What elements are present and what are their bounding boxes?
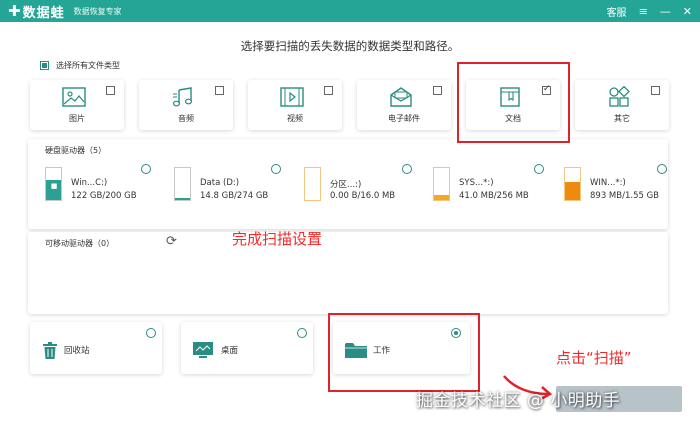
drive-c-name: Win...C:) (71, 178, 108, 188)
type-label-images: 图片 (69, 114, 85, 123)
location-desktop[interactable]: 桌面 (181, 322, 313, 374)
type-card-email[interactable]: 电子邮件 (357, 80, 451, 130)
drive-win-icon (564, 167, 581, 201)
location-label-recycle-bin: 回收站 (64, 346, 90, 356)
drive-d-usage-fill (175, 198, 190, 200)
drive-c-radio[interactable] (141, 164, 151, 174)
drive-win-radio[interactable] (657, 164, 667, 174)
removable-drive-title: 可移动驱动器（0） (45, 239, 115, 248)
location-label-desktop: 桌面 (221, 346, 239, 356)
app-subtitle: 数据恢复专家 (73, 6, 122, 16)
removable-drive-panel: 可移动驱动器（0） ⟳ (28, 232, 668, 314)
drive-win-usage-fill (565, 182, 580, 200)
drive-d-radio[interactable] (271, 164, 281, 174)
logo-cross-icon: ✚ (8, 1, 21, 20)
title-bar-controls: 客服 ≡ — ✕ (607, 0, 692, 22)
type-checkbox-video[interactable] (324, 86, 333, 95)
windows-logo-icon: ■ (50, 182, 58, 190)
app-name: 数据蛙 (22, 5, 65, 21)
desktop-icon (193, 342, 213, 358)
drive-sys-icon (433, 167, 450, 201)
music-icon (172, 87, 193, 107)
location-recycle-bin[interactable]: 回收站 (30, 322, 162, 374)
type-checkbox-images[interactable] (106, 86, 115, 95)
drive-partition-size: 0.00 B/16.0 MB (330, 191, 396, 201)
drive-win-name: WIN...*:) (590, 178, 626, 188)
type-label-other: 其它 (614, 114, 630, 123)
type-label-video: 视频 (287, 114, 303, 123)
page-subtitle: 选择要扫描的丢失数据的数据类型和路径。 (240, 39, 460, 53)
email-icon (390, 87, 412, 107)
select-all-checkbox[interactable] (40, 61, 49, 70)
video-icon (280, 87, 304, 107)
annotation-box-documents (457, 62, 570, 143)
type-card-video[interactable]: 视频 (248, 80, 342, 130)
drive-partition-name: 分区...:) (330, 180, 362, 190)
watermark: 掘金技术社区 @ 小明助手 (416, 391, 621, 411)
select-all-types[interactable]: 选择所有文件类型 (40, 60, 120, 71)
title-bar: ✚ 数据蛙 数据恢复专家 客服 ≡ — ✕ (0, 0, 700, 22)
drive-d-size: 14.8 GB/274 GB (200, 191, 269, 201)
drive-c-size: 122 GB/200 GB (71, 191, 137, 201)
type-checkbox-email[interactable] (433, 86, 442, 95)
drive-d-name: Data (D:) (200, 178, 240, 188)
trash-icon (43, 342, 57, 359)
refresh-icon[interactable]: ⟳ (166, 234, 177, 249)
type-card-other[interactable]: 其它 (575, 80, 669, 130)
drive-partition-radio[interactable] (402, 164, 412, 174)
annotation-click-scan: 点击“扫描” (556, 349, 632, 367)
drive-sys-usage-fill (434, 194, 449, 200)
hard-drive-title: 硬盘驱动器（5） (45, 146, 107, 155)
drive-sys-name: SYS...*:) (459, 178, 494, 188)
location-radio-desktop[interactable] (297, 328, 307, 338)
close-icon[interactable]: ✕ (683, 5, 692, 18)
drive-sys-size: 41.0 MB/256 MB (459, 191, 529, 201)
customer-service-link[interactable]: 客服 (607, 4, 627, 19)
drive-c-icon: ■ (45, 167, 62, 201)
select-all-label: 选择所有文件类型 (56, 61, 120, 70)
type-checkbox-other[interactable] (651, 86, 660, 95)
type-label-audio: 音频 (178, 114, 194, 123)
annotation-complete-settings: 完成扫描设置 (232, 230, 323, 248)
image-icon (62, 87, 86, 107)
type-card-audio[interactable]: 音频 (139, 80, 233, 130)
drive-partition-icon (304, 167, 321, 201)
type-checkbox-audio[interactable] (215, 86, 224, 95)
minimize-icon[interactable]: — (660, 5, 671, 18)
other-icon (609, 86, 630, 107)
drive-sys-radio[interactable] (534, 164, 544, 174)
menu-icon[interactable]: ≡ (639, 5, 648, 18)
type-label-email: 电子邮件 (388, 114, 420, 123)
location-radio-recycle-bin[interactable] (146, 328, 156, 338)
app-logo: ✚ 数据蛙 数据恢复专家 (8, 2, 122, 21)
drive-win-size: 893 MB/1.55 GB (590, 191, 660, 201)
annotation-box-work-folder (328, 313, 480, 392)
type-card-images[interactable]: 图片 (30, 80, 124, 130)
drive-d-icon (174, 167, 191, 201)
